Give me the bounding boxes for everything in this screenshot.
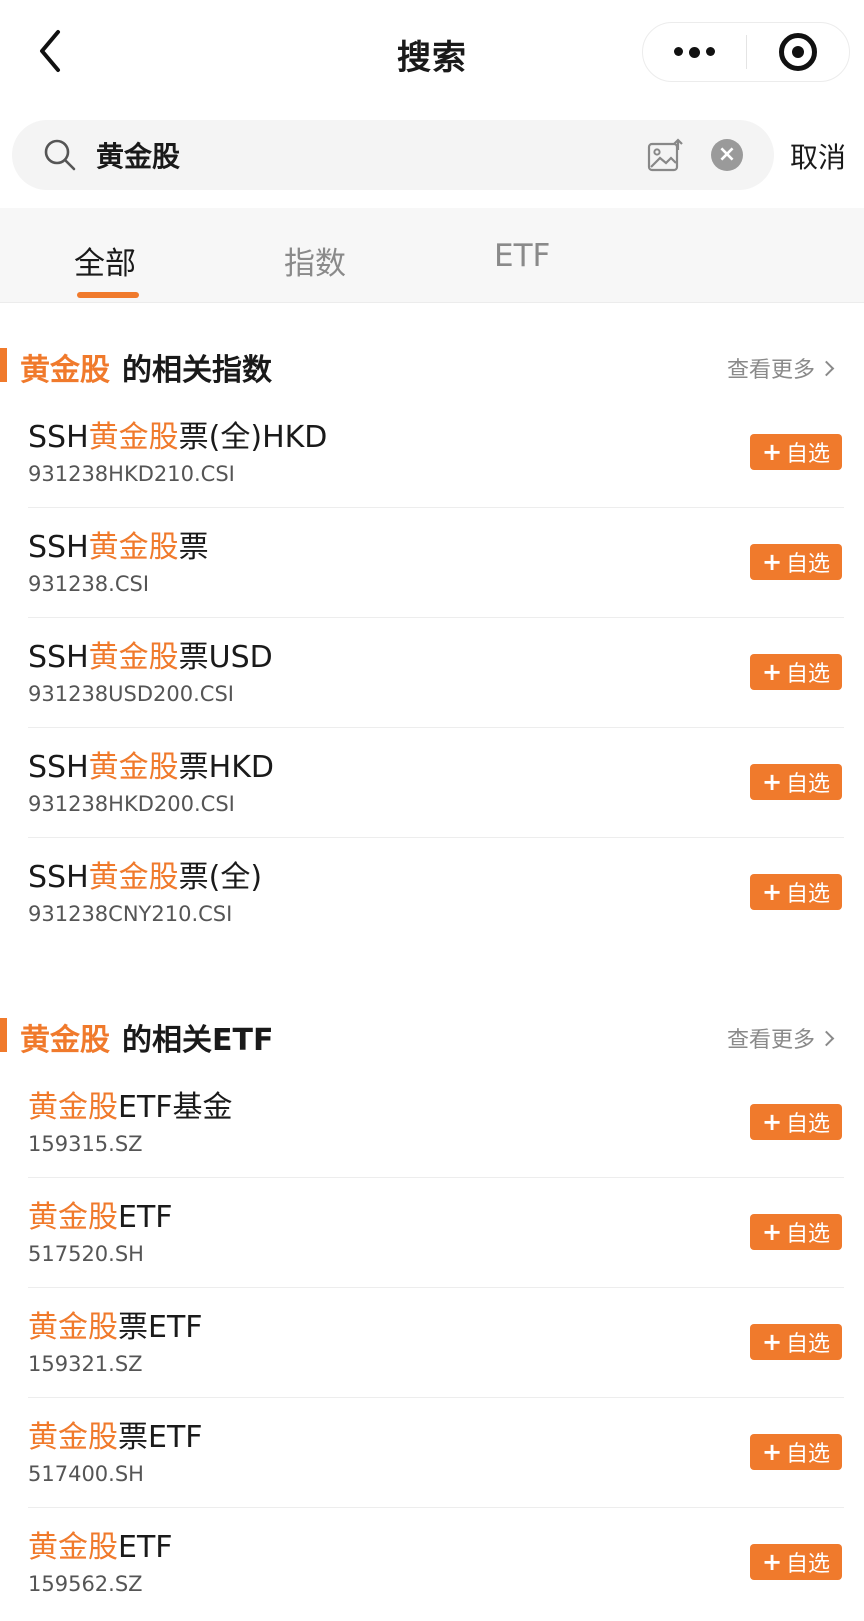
add-watchlist-button[interactable]: + 自选: [750, 874, 842, 910]
plus-icon: +: [761, 1218, 783, 1246]
plus-icon: +: [761, 658, 783, 686]
list-item[interactable]: 黄金股ETF基金 159315.SZ + 自选: [0, 1068, 864, 1178]
item-code: 517400.SH: [28, 1462, 144, 1486]
image-search-icon[interactable]: [645, 136, 685, 176]
search-icon: [44, 139, 76, 171]
cancel-button[interactable]: 取消: [790, 136, 846, 176]
close-mini-program-button[interactable]: [747, 23, 850, 81]
more-button[interactable]: [643, 23, 746, 81]
plus-icon: +: [761, 1108, 783, 1136]
item-code: 159315.SZ: [28, 1132, 143, 1156]
section-accent-bar: [0, 1018, 7, 1052]
nav-header: 搜索: [0, 0, 864, 108]
plus-icon: +: [761, 878, 783, 906]
item-name: 黄金股票ETF: [28, 1310, 203, 1345]
item-name: SSH黄金股票: [28, 530, 209, 565]
tab-bar: 全部 指数 ETF: [0, 208, 864, 303]
item-code: 931238USD200.CSI: [28, 682, 234, 706]
item-name: 黄金股票ETF: [28, 1420, 203, 1455]
mini-program-capsule: [642, 22, 850, 82]
item-code: 159321.SZ: [28, 1352, 143, 1376]
list-item[interactable]: SSH黄金股票(全)HKD 931238HKD210.CSI + 自选: [0, 398, 864, 508]
item-code: 931238CNY210.CSI: [28, 902, 233, 926]
section-title: 黄金股 的相关ETF: [20, 1023, 274, 1058]
chevron-right-icon: [818, 1030, 835, 1046]
chevron-right-icon: [818, 360, 835, 376]
item-name: 黄金股ETF: [28, 1530, 173, 1565]
more-dots-icon: [671, 46, 718, 58]
add-watchlist-button[interactable]: + 自选: [750, 1434, 842, 1470]
item-code: 159562.SZ: [28, 1572, 143, 1596]
list-item[interactable]: 黄金股票ETF 159321.SZ + 自选: [0, 1288, 864, 1398]
add-watchlist-button[interactable]: + 自选: [750, 764, 842, 800]
plus-icon: +: [761, 1328, 783, 1356]
item-name: SSH黄金股票USD: [28, 640, 273, 675]
item-code: 931238.CSI: [28, 572, 150, 596]
item-name: 黄金股ETF: [28, 1200, 173, 1235]
list-item[interactable]: SSH黄金股票 931238.CSI + 自选: [0, 508, 864, 618]
add-watchlist-button[interactable]: + 自选: [750, 654, 842, 690]
list-item[interactable]: 黄金股ETF 159562.SZ + 自选: [0, 1508, 864, 1618]
list-item[interactable]: SSH黄金股票HKD 931238HKD200.CSI + 自选: [0, 728, 864, 838]
item-name: 黄金股ETF基金: [28, 1090, 233, 1125]
list-item[interactable]: SSH黄金股票USD 931238USD200.CSI + 自选: [0, 618, 864, 728]
see-more-link[interactable]: 查看更多: [727, 1022, 835, 1054]
see-more-link[interactable]: 查看更多: [727, 352, 835, 384]
plus-icon: +: [761, 438, 783, 466]
search-input[interactable]: [96, 130, 616, 180]
list-item[interactable]: SSH黄金股票(全) 931238CNY210.CSI + 自选: [0, 838, 864, 948]
add-watchlist-button[interactable]: + 自选: [750, 1104, 842, 1140]
add-watchlist-button[interactable]: + 自选: [750, 1324, 842, 1360]
tab-index[interactable]: 指数: [284, 238, 346, 283]
item-code: 931238HKD200.CSI: [28, 792, 235, 816]
list-item[interactable]: 黄金股票ETF 517400.SH + 自选: [0, 1398, 864, 1508]
add-watchlist-button[interactable]: + 自选: [750, 544, 842, 580]
section-header-index: 黄金股 的相关指数 查看更多: [0, 340, 864, 390]
plus-icon: +: [761, 1548, 783, 1576]
plus-icon: +: [761, 768, 783, 796]
close-icon: ×: [717, 142, 737, 167]
add-watchlist-button[interactable]: + 自选: [750, 1544, 842, 1580]
item-name: SSH黄金股票(全)HKD: [28, 420, 328, 455]
add-watchlist-button[interactable]: + 自选: [750, 1214, 842, 1250]
plus-icon: +: [761, 1438, 783, 1466]
list-item[interactable]: 黄金股ETF 517520.SH + 自选: [0, 1178, 864, 1288]
section-header-etf: 黄金股 的相关ETF 查看更多: [0, 1010, 864, 1060]
tab-etf[interactable]: ETF: [494, 238, 550, 274]
section-accent-bar: [0, 348, 7, 382]
tab-all[interactable]: 全部: [74, 238, 136, 283]
section-title: 黄金股 的相关指数: [20, 353, 272, 388]
item-name: SSH黄金股票(全): [28, 860, 263, 895]
plus-icon: +: [761, 548, 783, 576]
target-circle-icon: [778, 33, 817, 71]
add-watchlist-button[interactable]: + 自选: [750, 434, 842, 470]
clear-search-button[interactable]: ×: [711, 139, 743, 171]
active-tab-indicator: [77, 292, 139, 298]
search-bar: ×: [12, 120, 774, 190]
item-code: 517520.SH: [28, 1242, 144, 1266]
item-code: 931238HKD210.CSI: [28, 462, 235, 486]
item-name: SSH黄金股票HKD: [28, 750, 274, 785]
